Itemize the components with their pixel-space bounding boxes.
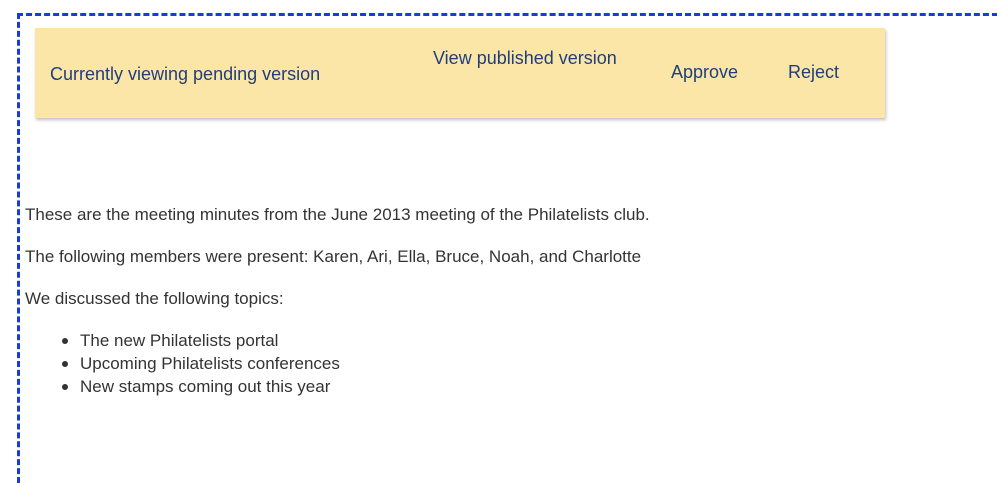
intro-paragraph: These are the meeting minutes from the J… — [25, 205, 650, 224]
attendees-paragraph: The following members were present: Kare… — [25, 247, 642, 266]
topics-intro-paragraph: We discussed the following topics: — [25, 289, 284, 308]
topic-label: Upcoming Philatelists conferences — [80, 354, 340, 373]
page-content: These are the meeting minutes from the J… — [25, 203, 985, 398]
edit-region-border-top — [17, 13, 997, 16]
reject-link[interactable]: Reject — [788, 60, 839, 84]
edit-region-border-left — [17, 13, 20, 483]
bullet-icon — [62, 384, 68, 390]
topic-label: The new Philatelists portal — [80, 331, 279, 350]
list-item: Upcoming Philatelists conferences — [62, 352, 985, 375]
view-published-version-link[interactable]: View published version — [433, 46, 623, 70]
approve-link[interactable]: Approve — [671, 60, 738, 84]
topic-label: New stamps coming out this year — [80, 377, 331, 396]
review-toolbar: Currently viewing pending version View p… — [35, 28, 885, 118]
bullet-icon — [62, 338, 68, 344]
list-item: New stamps coming out this year — [62, 375, 985, 398]
pending-version-status: Currently viewing pending version — [50, 64, 321, 84]
topics-list: The new Philatelists portal Upcoming Phi… — [25, 329, 985, 398]
bullet-icon — [62, 361, 68, 367]
list-item: The new Philatelists portal — [62, 329, 985, 352]
